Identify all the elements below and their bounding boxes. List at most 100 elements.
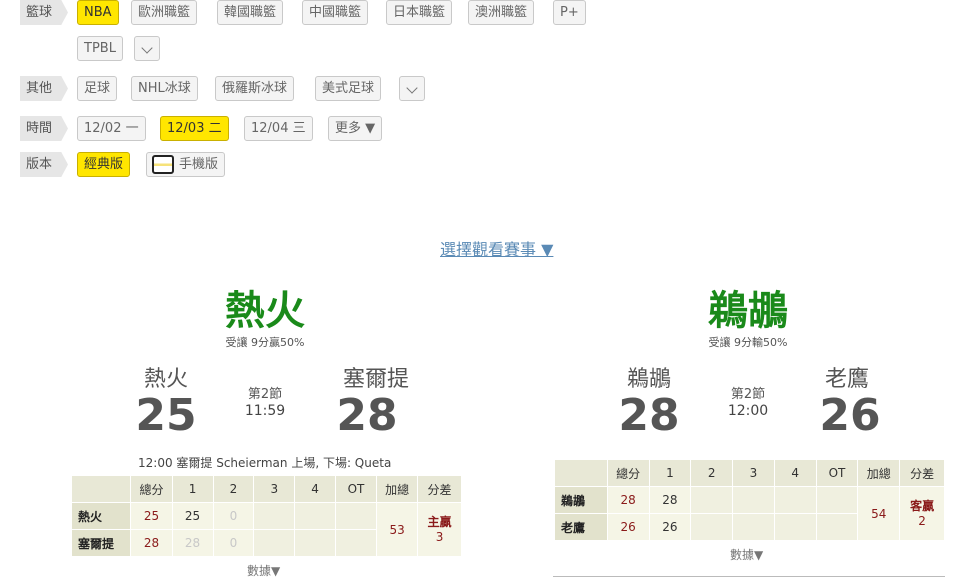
- row-total: 28: [606, 486, 650, 514]
- row-team: 老鷹: [554, 513, 608, 541]
- match-selector-link[interactable]: 選擇觀看賽事 ▼: [440, 236, 553, 260]
- category-time: 時間: [20, 116, 68, 141]
- header-q3: 3: [253, 475, 296, 503]
- sport-soccer[interactable]: 足球: [77, 76, 118, 101]
- header-total: 總分: [606, 459, 650, 487]
- row-team: 熱火: [70, 502, 132, 530]
- header-diff: 分差: [899, 459, 945, 487]
- header-q4: 4: [294, 475, 336, 503]
- game1-sum: 53: [376, 502, 419, 557]
- game2-clock: 12:00: [727, 403, 769, 419]
- game1-more-stats-link[interactable]: 數據▼: [247, 562, 280, 579]
- row-ot: [815, 486, 859, 514]
- game2-more-stats-link[interactable]: 數據▼: [730, 546, 763, 563]
- header-q1: 1: [648, 459, 692, 487]
- header-q2: 2: [690, 459, 734, 487]
- row-total: 28: [130, 529, 173, 557]
- league-nba[interactable]: NBA: [77, 0, 119, 25]
- game2-away-team: 老鷹: [824, 367, 869, 392]
- mobile-version-label: 手機版: [179, 157, 219, 172]
- header-sum: 加總: [857, 459, 901, 487]
- header-total: 總分: [130, 475, 173, 503]
- game2-box-score: 總分 1 2 3 4 OT 加總 分差 鵜鶘 28 28 54 客贏 2 老鷹 …: [554, 459, 945, 541]
- expand-leagues-button[interactable]: [134, 36, 160, 61]
- row-q1: 28: [648, 486, 692, 514]
- row-q4: [294, 502, 336, 530]
- row-q2: [690, 486, 734, 514]
- game1-period: 第2節: [247, 387, 283, 402]
- date-1203[interactable]: 12/03 二: [160, 116, 229, 141]
- mobile-icon: [152, 155, 174, 174]
- row-q3: [732, 486, 775, 514]
- game1-away-score: 28: [336, 390, 398, 441]
- category-basketball: 籃球: [20, 0, 68, 25]
- row-q2: [690, 513, 734, 541]
- mobile-version-button[interactable]: 手機版: [146, 152, 226, 177]
- game1-diff: 主贏 3: [417, 502, 462, 557]
- category-version: 版本: [20, 152, 68, 177]
- row-total: 26: [606, 513, 650, 541]
- game1-clock: 11:59: [244, 403, 286, 419]
- game2-title: 鵜鶘: [708, 288, 788, 334]
- game2-sum: 54: [857, 486, 901, 541]
- game1-away-team: 塞爾提: [342, 367, 409, 392]
- league-japan[interactable]: 日本職籃: [386, 0, 453, 25]
- date-1204[interactable]: 12/04 三: [244, 116, 313, 141]
- expand-sports-button[interactable]: [399, 76, 425, 101]
- sport-nhl[interactable]: NHL冰球: [131, 76, 198, 101]
- sport-khl[interactable]: 俄羅斯冰球: [215, 76, 295, 101]
- row-q3: [732, 513, 775, 541]
- game1-home-score: 25: [135, 390, 197, 441]
- game1-box-score: 總分 1 2 3 4 OT 加總 分差 熱火 25 25 0 53 主贏 3 塞…: [70, 475, 462, 557]
- header-q2: 2: [212, 475, 255, 503]
- diff-label: 主贏: [427, 514, 452, 529]
- chevron-down-icon: [406, 82, 418, 94]
- game1-odds: 受讓 9分贏50%: [225, 336, 305, 349]
- category-other: 其他: [20, 76, 68, 101]
- divider: [553, 576, 945, 577]
- row-q1: 26: [648, 513, 692, 541]
- row-q2: 0: [212, 529, 255, 557]
- row-q2: 0: [212, 502, 255, 530]
- game1-event-log: 12:00 塞爾提 Scheierman 上場, 下場: Queta: [138, 456, 392, 470]
- more-dates-button[interactable]: 更多 ▼: [328, 116, 383, 141]
- row-ot: [334, 502, 378, 530]
- game2-diff: 客贏 2: [899, 486, 945, 541]
- header-sum: 加總: [376, 475, 419, 503]
- league-tpbl[interactable]: TPBL: [77, 36, 123, 61]
- league-korea[interactable]: 韓國職籃: [217, 0, 284, 25]
- game2-home-team: 鵜鶘: [626, 367, 671, 392]
- game2-away-score: 26: [819, 390, 881, 441]
- game1-home-team: 熱火: [143, 367, 188, 392]
- league-pplus[interactable]: P+: [553, 0, 586, 25]
- header-blank: [554, 459, 608, 487]
- diff-value: 3: [435, 529, 444, 544]
- header-q3: 3: [732, 459, 775, 487]
- chevron-down-icon: [141, 42, 153, 54]
- header-ot: OT: [334, 475, 378, 503]
- row-ot: [334, 529, 378, 557]
- league-china[interactable]: 中國職籃: [302, 0, 369, 25]
- diff-label: 客贏: [910, 498, 935, 513]
- row-q1: 28: [171, 529, 214, 557]
- row-q4: [294, 529, 336, 557]
- row-total: 25: [130, 502, 173, 530]
- table-row: 熱火 25 25 0 53 主贏 3: [70, 502, 462, 557]
- row-team: 塞爾提: [70, 529, 132, 557]
- sport-american-football[interactable]: 美式足球: [315, 76, 382, 101]
- header-ot: OT: [815, 459, 859, 487]
- row-q4: [773, 513, 817, 541]
- header-diff: 分差: [417, 475, 462, 503]
- table-row: 鵜鶘 28 28 54 客贏 2: [554, 486, 945, 541]
- header-q4: 4: [773, 459, 817, 487]
- row-q3: [253, 502, 296, 530]
- game2-period: 第2節: [730, 387, 766, 402]
- date-1202[interactable]: 12/02 一: [77, 116, 146, 141]
- header-blank: [70, 475, 132, 503]
- league-euro[interactable]: 歐洲職籃: [131, 0, 198, 25]
- row-ot: [815, 513, 859, 541]
- classic-version-button[interactable]: 經典版: [77, 152, 131, 177]
- game2-home-score: 28: [618, 390, 680, 441]
- row-q4: [773, 486, 817, 514]
- league-australia[interactable]: 澳洲職籃: [468, 0, 535, 25]
